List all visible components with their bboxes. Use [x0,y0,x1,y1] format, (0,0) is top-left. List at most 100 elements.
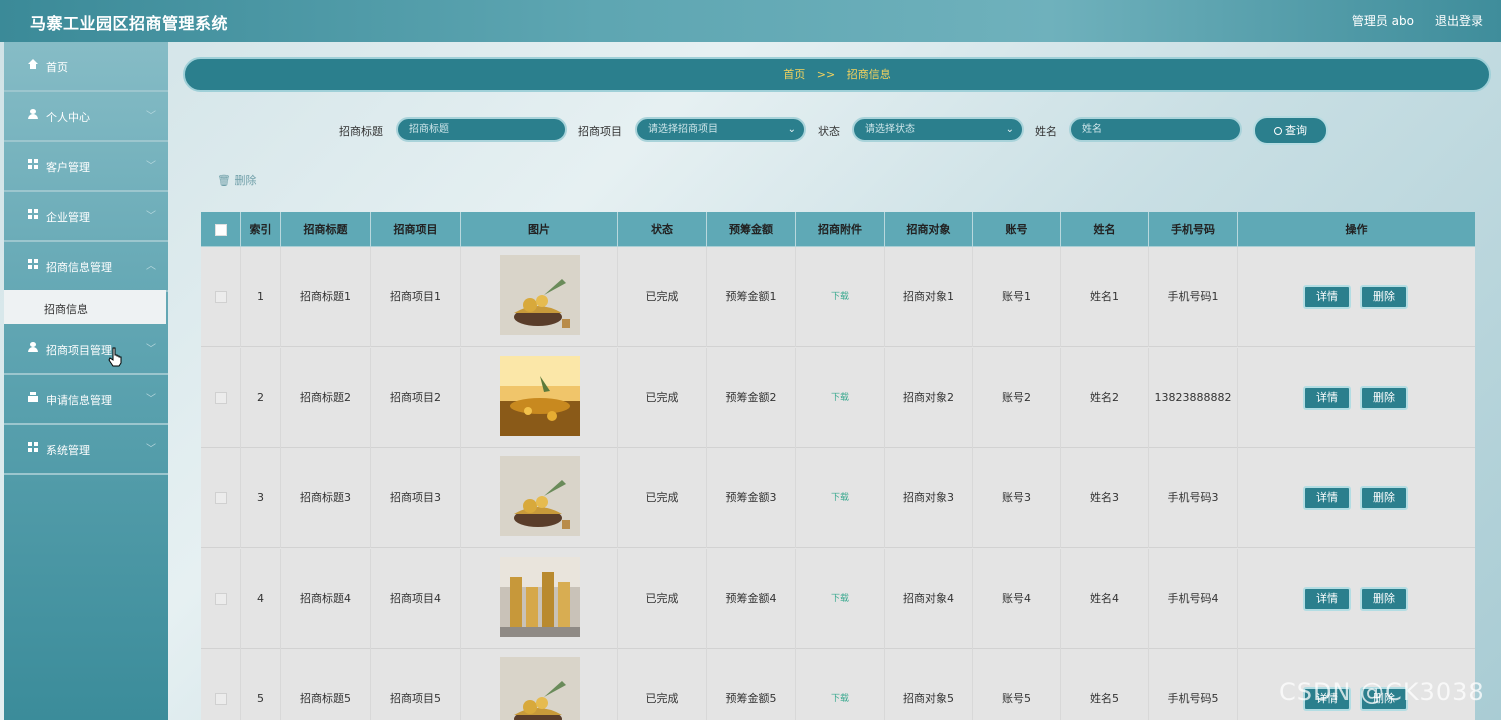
table-row: 3 招商标题3 招商项目3 已完成 预筹金额3 下载 招商对象3 账号3 姓名3 手机号码3 详情删… [201,448,1475,548]
name-search-placeholder: 姓名 [1082,124,1102,135]
title-search-placeholder: 招商标题 [409,124,449,135]
column-header: 招商标题 [281,212,371,247]
sidebar-item-system-management[interactable]: 系统管理 ﹀ [4,425,168,475]
cell-target: 招商对象1 [885,247,973,347]
cell-phone: 手机号码4 [1149,548,1238,649]
investment-info-table: 索引 招商标题 招商项目 图片 状态 预筹金额 招商附件 招商对象 账号 姓名 … [201,212,1475,720]
row-select-cell [201,649,241,720]
cell-actions [1238,549,1475,649]
search-icon [1274,127,1282,135]
cell-phone: 手机号码1 [1149,247,1238,347]
cell-phone: 手机号码3 [1149,448,1238,548]
delete-button[interactable]: 删除 [1360,586,1408,611]
trash-icon: 🗑 [217,174,231,187]
status-select[interactable]: 请选择状态 ⌄ [852,117,1024,142]
row-select-cell [201,548,241,649]
detail-button[interactable]: 详情 [1303,486,1351,510]
delete-button[interactable]: 删除 [1360,385,1408,410]
attachment-download-link[interactable]: 下载 [796,649,885,720]
sidebar-item-application-management[interactable]: 申请信息管理 ﹀ [4,375,168,425]
attachment-download-link[interactable]: 下载 [796,448,885,548]
sidebar-item-label: 首页 [46,61,68,74]
delete-button[interactable]: 删除 [1360,285,1408,309]
project-select[interactable]: 请选择招商项目 ⌄ [635,117,806,142]
sidebar-item-label: 系统管理 [46,444,90,457]
detail-button[interactable]: 详情 [1303,385,1351,410]
column-header: 招商对象 [885,212,973,247]
cell-status: 已完成 [618,448,707,548]
chevron-down-icon: ﹀ [146,444,156,455]
chevron-up-icon: ︿ [146,261,156,272]
attachment-download-link[interactable]: 下载 [796,247,885,347]
batch-delete-button[interactable]: 🗑 删除 [217,172,256,188]
row-checkbox[interactable] [215,592,227,605]
cell-phone: 手机号码5 [1149,649,1238,720]
breadcrumb: 首页 >> 招商信息 [183,57,1491,92]
attachment-download-link[interactable]: 下载 [796,347,885,448]
cell-target: 招商对象2 [885,347,973,448]
cell-amount: 预筹金额5 [707,649,796,720]
watermark: CSDN @CK3038 [1279,678,1485,706]
cell-status: 已完成 [618,649,707,720]
cell-actions [1238,448,1475,548]
sidebar-item-customer-management[interactable]: 客户管理 ﹀ [4,142,168,192]
detail-button[interactable]: 详情 [1303,285,1351,309]
sidebar-item-home[interactable]: 首页 [4,42,168,92]
select-all-cell [201,212,241,247]
name-filter-label: 姓名 [1035,125,1057,138]
chevron-down-icon: ⌄ [787,124,796,135]
row-image [500,255,580,335]
cell-project: 招商项目1 [371,247,461,347]
column-header: 手机号码 [1149,212,1238,247]
sidebar-item-label: 招商项目管理 [46,344,112,357]
row-image [500,556,580,637]
table-row: 2 招商标题2 招商项目2 已完成 预筹金额2 下载 招商对象2 账号2 姓名2 13823888… [201,347,1475,448]
select-all-checkbox[interactable] [215,224,227,236]
cell-name: 姓名1 [1061,247,1149,347]
sidebar-item-label: 招商信息管理 [46,261,112,274]
row-checkbox[interactable] [215,492,227,504]
cell-project: 招商项目4 [371,548,461,649]
cell-project: 招商项目3 [371,448,461,548]
sidebar-item-project-management[interactable]: 招商项目管理 ﹀ [4,325,168,375]
grid-icon [28,159,38,169]
query-button-label: 查询 [1285,124,1307,137]
sidebar-subitem-investment-info[interactable]: 招商信息 [4,290,166,324]
detail-button[interactable]: 详情 [1303,586,1351,611]
attachment-download-link[interactable]: 下载 [796,548,885,649]
sidebar-subitem-label: 招商信息 [44,303,88,316]
row-checkbox[interactable] [215,391,227,404]
name-search-input[interactable]: 姓名 [1069,117,1242,142]
column-header: 招商附件 [796,212,885,247]
cell-name: 姓名5 [1061,649,1149,720]
breadcrumb-home[interactable]: 首页 [783,68,805,81]
row-select-cell [201,247,241,347]
row-checkbox[interactable] [215,291,227,303]
logout-link[interactable]: 退出登录 [1435,12,1483,29]
breadcrumb-separator: >> [816,68,836,81]
chevron-down-icon: ⌄ [1005,124,1014,135]
app-title: 马寨工业园区招商管理系统 [30,14,229,33]
cell-amount: 预筹金额4 [707,548,796,649]
sidebar-item-enterprise-management[interactable]: 企业管理 ﹀ [4,192,168,242]
sidebar: 首页 个人中心 ﹀ 客户管理 ﹀ 企业管理 ﹀ 招商信息管理 ︿ 招商信息 招商… [4,42,168,720]
chevron-down-icon: ﹀ [146,394,156,405]
column-header: 账号 [973,212,1061,247]
column-header: 索引 [241,212,281,247]
row-checkbox[interactable] [215,693,227,705]
delete-button[interactable]: 删除 [1360,486,1408,510]
user-icon [28,342,38,352]
sidebar-item-investment-info-management[interactable]: 招商信息管理 ︿ [4,242,168,292]
column-header: 预筹金额 [707,212,796,247]
cell-account: 账号2 [973,347,1061,448]
title-search-input[interactable]: 招商标题 [396,117,567,142]
top-navbar: 马寨工业园区招商管理系统 管理员 abo 退出登录 [0,0,1501,42]
cell-name: 姓名2 [1061,347,1149,448]
query-button[interactable]: 查询 [1253,116,1328,145]
sidebar-item-personal-center[interactable]: 个人中心 ﹀ [4,92,168,142]
hand-cursor-icon [108,347,122,367]
cell-amount: 预筹金额2 [707,347,796,448]
project-filter-label: 招商项目 [578,125,622,138]
status-filter-label: 状态 [818,125,840,138]
cell-title: 招商标题1 [281,247,371,347]
